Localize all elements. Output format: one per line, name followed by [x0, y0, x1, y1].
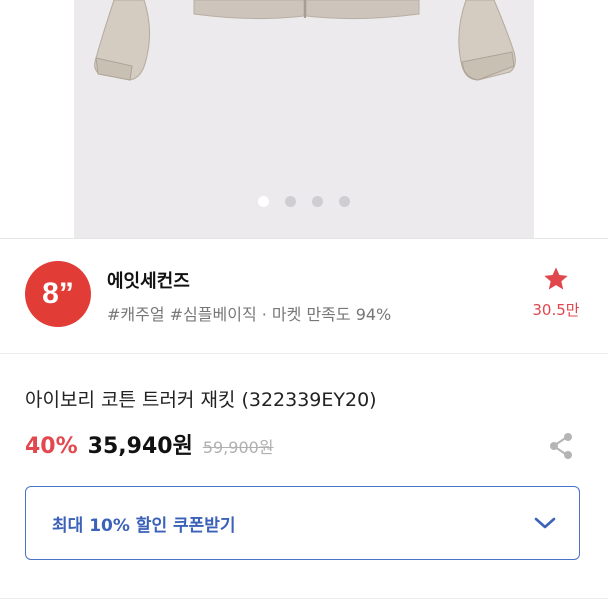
- carousel-dot[interactable]: [339, 196, 350, 207]
- original-price: 59,900원: [202, 438, 274, 457]
- carousel-dot[interactable]: [285, 196, 296, 207]
- carousel-dot[interactable]: [258, 196, 269, 207]
- favorite-count: 30.5만: [532, 301, 580, 319]
- shop-logo[interactable]: 8”: [25, 261, 91, 327]
- star-icon: [544, 267, 568, 290]
- coupon-label: 최대 10% 할인 쿠폰받기: [52, 515, 236, 536]
- sale-price: 35,940원: [87, 434, 193, 459]
- product-page: 8” 에잇세컨즈 #캐주얼 #심플베이직 · 마켓 만족도 94% 30.5만 …: [0, 0, 608, 608]
- divider: [0, 353, 608, 354]
- shop-info[interactable]: 8” 에잇세컨즈 #캐주얼 #심플베이직 · 마켓 만족도 94% 30.5만: [0, 239, 608, 353]
- shop-name[interactable]: 에잇세컨즈: [107, 267, 190, 293]
- carousel-dot[interactable]: [312, 196, 323, 207]
- discount-rate: 40%: [25, 434, 78, 459]
- share-icon: [550, 433, 572, 459]
- price-row: 40% 35,940원 59,900원: [25, 428, 274, 460]
- share-button[interactable]: [548, 432, 574, 460]
- shop-logo-text: 8”: [42, 277, 74, 310]
- product-image-gallery[interactable]: [74, 0, 534, 238]
- chevron-down-icon: [534, 517, 556, 529]
- favorite-button[interactable]: 30.5만: [528, 265, 584, 320]
- divider: [0, 598, 608, 599]
- shop-tags: #캐주얼 #심플베이직 · 마켓 만족도 94%: [107, 305, 392, 324]
- product-title: 아이보리 코튼 트러커 재킷 (322339EY20): [25, 389, 377, 411]
- carousel-dots: [74, 196, 534, 207]
- coupon-button[interactable]: 최대 10% 할인 쿠폰받기: [25, 486, 580, 560]
